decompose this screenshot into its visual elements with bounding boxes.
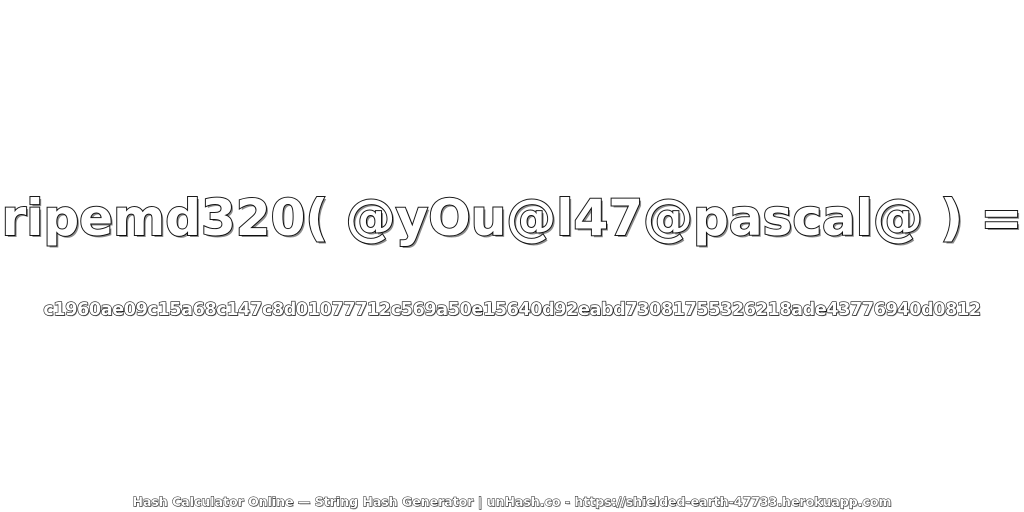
site-footer-credit: Hash Calculator Online — String Hash Gen…: [132, 494, 892, 510]
hash-expression-title: ripemd320( @yOu@l47@pascal@ ) =: [1, 188, 1024, 248]
hash-result-value: c1960ae09c15a68c147c8d01077712c569a50e15…: [43, 299, 982, 320]
